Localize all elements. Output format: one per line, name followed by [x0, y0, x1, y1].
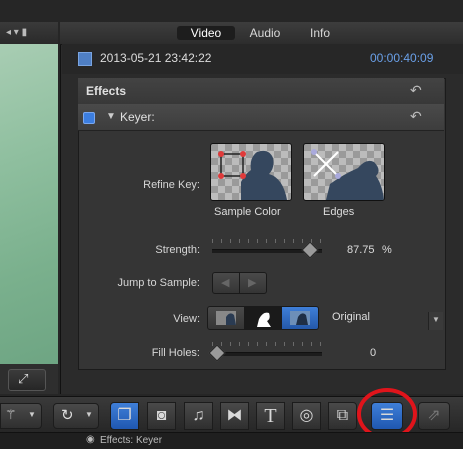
fill-holes-slider[interactable] [212, 352, 322, 356]
arrow-right-icon: ▶ [248, 277, 257, 289]
share-button[interactable]: ⇗ [418, 402, 450, 430]
strength-ticks [212, 239, 322, 243]
keyer-header: ▼ Keyer: ↶ [78, 104, 444, 131]
themes-icon: ⧉ [336, 407, 349, 424]
view-matte-button[interactable] [244, 306, 282, 330]
tab-info[interactable]: Info [300, 26, 340, 40]
jump-to-sample-label: Jump to Sample: [117, 277, 200, 289]
share-icon: ⇗ [427, 407, 441, 424]
view-original-button[interactable] [281, 306, 319, 330]
video-preview [0, 44, 58, 364]
edges-label: Edges [323, 206, 355, 218]
effects-header: Effects ↶ [78, 78, 444, 105]
keyer-title: Keyer: [120, 110, 155, 124]
chevron-down-icon: ▼ [28, 410, 36, 419]
clips-icon: ❐ [117, 407, 132, 424]
themes-browser-button[interactable]: ⧉ [328, 402, 357, 430]
disclosure-triangle-icon[interactable]: ▼ [106, 111, 116, 122]
clips-browser-button[interactable]: ❐ [110, 402, 139, 430]
view-composite-button[interactable] [207, 306, 245, 330]
edges-icon [311, 149, 384, 200]
keyer-enable-checkbox[interactable] [83, 112, 95, 124]
fill-holes-value[interactable]: 0 [370, 347, 376, 359]
reset-effects-icon[interactable]: ↶ [410, 82, 422, 99]
view-value: Original [332, 311, 370, 323]
music-note-icon: ♫ [192, 407, 205, 424]
arrow-left-icon: ◀ [221, 277, 230, 289]
timeline-header: ◉ Effects: Keyer [0, 432, 463, 449]
photos-browser-button[interactable]: ◙ [147, 402, 176, 430]
sample-color-icon [218, 150, 287, 200]
strength-unit: % [382, 244, 392, 256]
fill-holes-label: Fill Holes: [151, 347, 200, 359]
refine-key-label: Refine Key: [143, 179, 200, 191]
tab-audio[interactable]: Audio [240, 26, 290, 40]
reset-keyer-icon[interactable]: ↶ [410, 108, 422, 125]
clip-date: 2013-05-21 23:42:22 [100, 51, 212, 65]
strength-label: Strength: [155, 244, 200, 256]
titles-icon: T [264, 405, 277, 427]
generators-icon: ◎ [299, 407, 314, 424]
effects-title: Effects [86, 84, 127, 98]
matte-view-icon [257, 312, 271, 327]
sample-color-label: Sample Color [214, 206, 281, 218]
camera-icon: ◙ [156, 407, 167, 424]
fill-holes-ticks [212, 342, 322, 346]
scrollbar[interactable]: ▼ [428, 312, 443, 330]
scroll-down-icon: ▼ [432, 315, 440, 324]
viewer-dropdown-icon[interactable]: ◂ ▾ ▮ [6, 27, 27, 38]
chevron-down-icon: ▼ [85, 410, 93, 419]
effects-tab-icon: ◉ [86, 434, 95, 445]
magic-wand-button[interactable]: ⚚ ▼ [0, 403, 42, 429]
transitions-icon: ⧓ [226, 407, 243, 424]
sample-color-button[interactable] [210, 143, 292, 201]
tab-video[interactable]: Video [177, 26, 235, 40]
fullscreen-button[interactable]: ⤢ [8, 369, 46, 391]
original-view-icon [290, 311, 310, 325]
titles-browser-button[interactable]: T [256, 402, 285, 430]
strength-value[interactable]: 87.75 [347, 244, 375, 256]
retime-icon: ↻ [61, 407, 74, 424]
clip-timecode: 00:00:40:09 [370, 51, 434, 65]
edges-button[interactable] [303, 143, 385, 201]
clip-icon [78, 52, 92, 66]
inspector-tabs: Video Audio Info [60, 22, 463, 45]
previous-sample-button[interactable]: ◀ [212, 272, 240, 294]
magic-wand-icon: ⚚ [5, 407, 17, 422]
fullscreen-icon: ⤢ [18, 371, 29, 386]
retime-button[interactable]: ↻ ▼ [53, 403, 99, 429]
generators-browser-button[interactable]: ◎ [292, 402, 321, 430]
music-browser-button[interactable]: ♫ [184, 402, 213, 430]
composite-view-icon [216, 311, 236, 325]
view-label: View: [173, 313, 200, 325]
bottom-tab-label[interactable]: Effects: Keyer [100, 435, 162, 446]
next-sample-button[interactable]: ▶ [239, 272, 267, 294]
transitions-browser-button[interactable]: ⧓ [220, 402, 249, 430]
